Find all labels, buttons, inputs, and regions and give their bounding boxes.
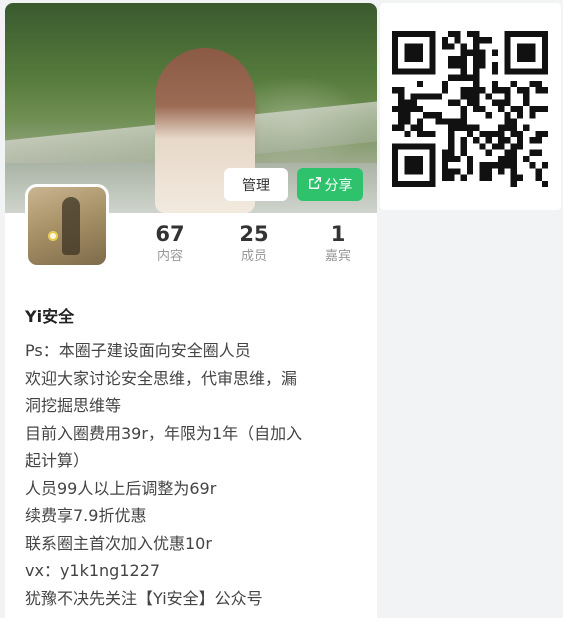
share-button[interactable]: 分享	[297, 168, 363, 201]
stat-content-label: 内容	[156, 249, 183, 264]
manage-button[interactable]: 管理	[224, 168, 288, 201]
avatar[interactable]	[25, 184, 109, 268]
description-line: 人员99人以上后调整为69r	[25, 478, 217, 498]
stat-members-count: 25	[239, 222, 269, 246]
stat-guests-count: 1	[330, 222, 346, 246]
description-line: 犹豫不决先关注【Yi安全】公众号	[25, 588, 263, 608]
circle-card: 管理 分享 67 内容 25 成员 1 嘉宾 Yi安全 Ps：本圈子建设面向安全…	[5, 3, 377, 618]
stat-guests[interactable]: 1 嘉宾	[303, 221, 373, 266]
description-line: 联系圈主首次加入优惠10r	[25, 533, 212, 553]
manage-button-label: 管理	[242, 177, 270, 194]
avatar-flower	[48, 231, 58, 241]
qr-code	[392, 31, 548, 187]
description-line: 目前入圈费用39r，年限为1年（自加入	[25, 423, 303, 443]
stat-content[interactable]: 67 内容	[135, 221, 205, 266]
stat-members[interactable]: 25 成员	[219, 221, 289, 266]
share-button-label: 分享	[324, 177, 353, 194]
stats-bar: 67 内容 25 成员 1 嘉宾	[125, 221, 375, 269]
circle-name: Yi安全	[25, 307, 75, 326]
stat-content-count: 67	[155, 222, 185, 246]
description-line: vx：y1k1ng1227	[25, 561, 161, 580]
qr-code-panel[interactable]	[380, 3, 561, 210]
share-icon	[308, 176, 322, 194]
description-line: 洞挖掘思维等	[25, 396, 122, 415]
description-line: 欢迎大家讨论安全思维，代审思维，漏	[25, 368, 298, 388]
circle-description: Ps：本圈子建设面向安全圈人员 欢迎大家讨论安全思维，代审思维，漏 洞挖掘思维等…	[25, 337, 359, 612]
description-line: 起计算）	[25, 451, 90, 470]
stat-members-label: 成员	[240, 249, 267, 264]
description-line: Ps：本圈子建设面向安全圈人员	[25, 341, 251, 360]
stat-guests-label: 嘉宾	[324, 249, 351, 264]
description-line: 续费享7.9折优惠	[25, 506, 147, 525]
avatar-shadow	[62, 197, 80, 255]
